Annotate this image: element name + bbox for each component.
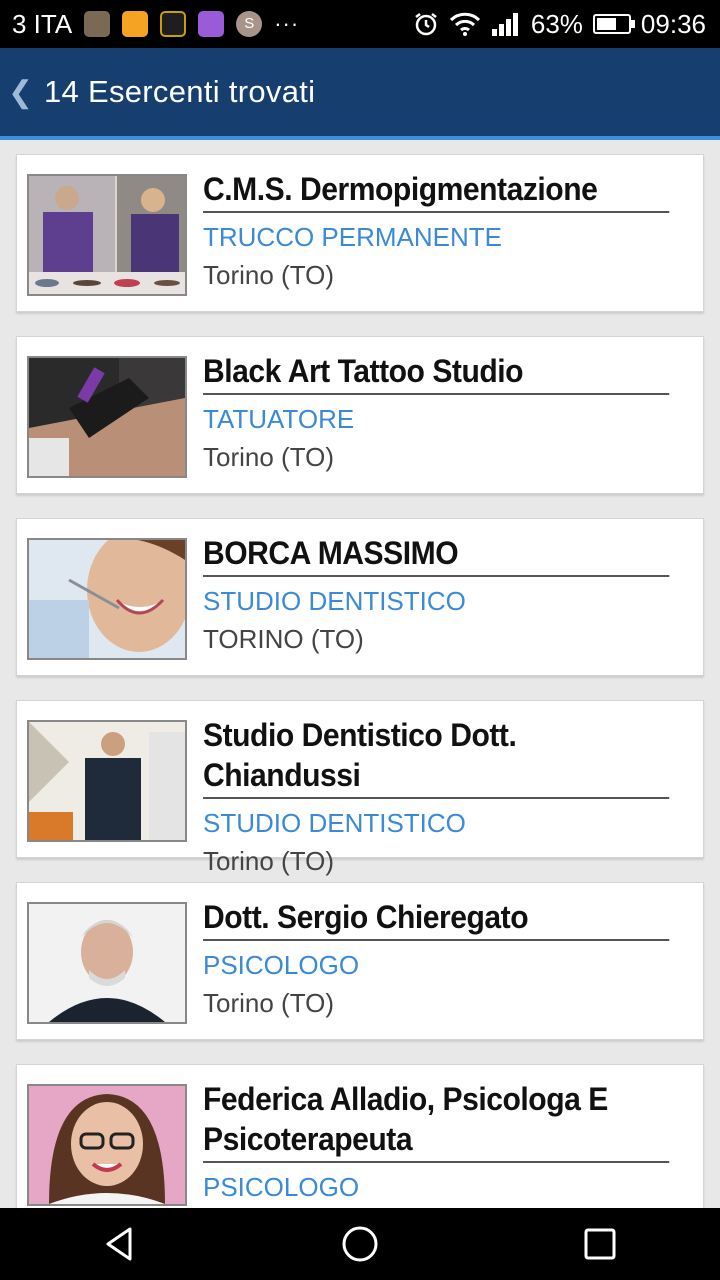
app-bar: ❮ 14 Esercenti trovati bbox=[0, 48, 720, 140]
list-item[interactable]: BORCA MASSIMO STUDIO DENTISTICO TORINO (… bbox=[16, 518, 704, 676]
triangle-back-icon[interactable] bbox=[84, 1208, 156, 1280]
wifi-icon bbox=[449, 12, 480, 36]
merchant-photo bbox=[27, 174, 187, 296]
merchant-category: STUDIO DENTISTICO bbox=[203, 586, 466, 616]
merchant-photo bbox=[27, 902, 187, 1024]
carrier-label: 3 ITA bbox=[12, 8, 73, 39]
more-notifications-icon: ··· bbox=[274, 11, 300, 36]
list-item[interactable]: Dott. Sergio Chieregato PSICOLOGO Torino… bbox=[16, 882, 704, 1040]
status-bar: 3 ITA S ··· 63% 09:36 bbox=[0, 0, 720, 48]
merchant-name: Studio Dentistico Dott. Chiandussi bbox=[203, 715, 670, 799]
list-item[interactable]: Black Art Tattoo Studio TATUATORE Torino… bbox=[16, 336, 704, 494]
signal-icon bbox=[491, 13, 518, 36]
merchant-city: Torino (TO) bbox=[203, 260, 334, 290]
avatar-notification-icon: S bbox=[236, 11, 263, 37]
merchant-name: BORCA MASSIMO bbox=[203, 533, 670, 577]
navigation-bar bbox=[0, 1208, 720, 1280]
merchant-category: STUDIO DENTISTICO bbox=[203, 808, 466, 838]
list-item[interactable]: Studio Dentistico Dott. Chiandussi STUDI… bbox=[16, 700, 704, 876]
page-title: 14 Esercenti trovati bbox=[44, 74, 316, 109]
merchant-city: Torino (TO) bbox=[203, 442, 334, 472]
merchant-photo bbox=[27, 1084, 187, 1206]
circle-home-icon[interactable] bbox=[324, 1208, 396, 1280]
gallery-notification-icon bbox=[198, 11, 225, 37]
merchant-photo bbox=[27, 720, 187, 842]
list-item[interactable]: Federica Alladio, Psicologa E Psicoterap… bbox=[16, 1064, 704, 1208]
merchant-category: PSICOLOGO bbox=[203, 1172, 360, 1202]
merchant-category: TRUCCO PERMANENTE bbox=[203, 222, 503, 252]
merchant-photo bbox=[27, 356, 187, 478]
merchant-photo bbox=[27, 538, 187, 660]
merchant-name: C.M.S. Dermopigmentazione bbox=[203, 169, 670, 213]
merchant-category: TATUATORE bbox=[203, 404, 355, 434]
chevron-left-icon[interactable]: ❮ bbox=[0, 75, 36, 110]
merchant-name: Federica Alladio, Psicologa E Psicoterap… bbox=[203, 1079, 670, 1163]
clock: 09:36 bbox=[640, 8, 706, 39]
alarm-icon bbox=[415, 13, 437, 36]
merchant-name: Dott. Sergio Chieregato bbox=[203, 897, 670, 941]
app-notification-icon bbox=[84, 11, 111, 37]
square-recents-icon[interactable] bbox=[564, 1208, 636, 1280]
merchant-category: PSICOLOGO bbox=[203, 950, 360, 980]
battery-percent: 63% bbox=[530, 8, 583, 39]
battery-icon bbox=[592, 14, 635, 34]
wallet-notification-icon bbox=[160, 11, 187, 37]
clipboard-notification-icon bbox=[122, 11, 149, 37]
list-item[interactable]: C.M.S. Dermopigmentazione TRUCCO PERMANE… bbox=[16, 154, 704, 312]
merchant-name: Black Art Tattoo Studio bbox=[203, 351, 670, 395]
merchant-city: Torino (TO) bbox=[203, 846, 334, 876]
results-list[interactable]: C.M.S. Dermopigmentazione TRUCCO PERMANE… bbox=[0, 140, 720, 1208]
merchant-city: Torino (TO) bbox=[203, 988, 334, 1018]
merchant-city: TORINO (TO) bbox=[203, 624, 364, 654]
